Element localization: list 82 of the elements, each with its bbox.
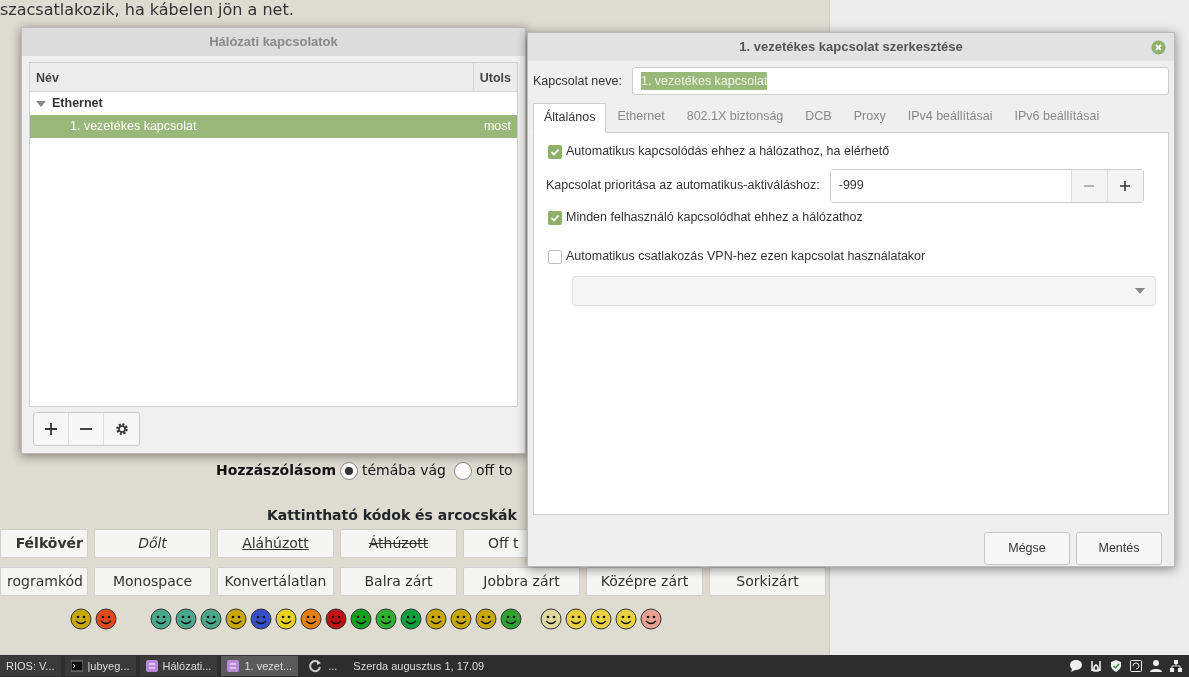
smiley-icon	[425, 608, 447, 630]
format-button[interactable]: Középre zárt	[586, 567, 703, 596]
format-button[interactable]: Dőlt	[94, 529, 211, 558]
app-icon	[145, 660, 158, 672]
smiley-icon	[325, 608, 347, 630]
plus-icon	[1119, 179, 1132, 192]
taskbar-button[interactable]: RIOS: V...	[0, 656, 61, 676]
window-title: Hálózati kapcsolatok	[22, 28, 525, 56]
smiley-icon	[200, 608, 222, 630]
smiley-icon	[250, 608, 272, 630]
radio-button[interactable]	[453, 461, 472, 480]
format-button[interactable]: Jobbra zárt	[463, 567, 580, 596]
taskbar-button[interactable]: Hálózati...	[139, 656, 218, 676]
close-icon[interactable]	[1151, 40, 1166, 55]
checkbox-label: Automatikus csatlakozás VPN-hez ezen kapcsolat használatakor	[566, 248, 926, 266]
keyboard-layout-icon	[1089, 659, 1103, 673]
smiley-icon	[375, 608, 397, 630]
taskbar-button[interactable]: |ubyeg...	[64, 656, 136, 676]
clock: Szerda augusztus 1, 17.09	[353, 658, 485, 674]
increment-button[interactable]	[1106, 169, 1143, 202]
checkbox-label: Minden felhasználó kapcsolódhat ehhez a hálózathoz	[566, 209, 863, 227]
format-button[interactable]: Félkövér	[0, 529, 88, 558]
smiley-icon	[500, 608, 522, 630]
section-heading: Kattintható kódok és arcocskák	[267, 506, 517, 525]
text-line: szacsatlakozik, ha kábelen jön a net.	[0, 0, 295, 21]
chat-icon	[1069, 659, 1083, 673]
network-icon	[1169, 659, 1183, 673]
smiley-icon	[95, 608, 117, 630]
checkbox[interactable]	[548, 249, 562, 264]
radio-label: off to	[475, 461, 513, 480]
smiley-icon	[590, 608, 612, 630]
smiley-icon	[70, 608, 92, 630]
format-button[interactable]: rogramkód	[0, 567, 88, 596]
spin-field[interactable]: -999	[829, 168, 1144, 203]
format-button[interactable]: Konvertálatlan	[217, 567, 334, 596]
smiley-icon	[400, 608, 422, 630]
reload-icon	[308, 659, 323, 673]
smiley-icon	[175, 608, 197, 630]
dialog-button[interactable]: Mégse	[984, 531, 1070, 565]
format-button[interactable]: Aláhúzott	[217, 529, 334, 558]
checkbox[interactable]	[548, 210, 562, 225]
checkbox[interactable]	[548, 144, 562, 159]
add-icon	[44, 422, 58, 436]
user-icon	[1149, 659, 1163, 673]
taskbar-button[interactable]: 1. vezet...	[221, 656, 299, 676]
field-label: Kapcsolat neve:	[533, 72, 622, 90]
caret-icon	[1135, 287, 1145, 294]
smiley-icon	[275, 608, 297, 630]
radio-label: témába vág	[361, 461, 446, 480]
radio-button[interactable]	[339, 461, 358, 480]
smiley-icon	[565, 608, 587, 630]
last-used: most	[483, 118, 511, 136]
field-label: Kapcsolat prioritása az automatikus-aktiváláshoz:	[546, 177, 820, 195]
format-button[interactable]: Monospace	[94, 567, 211, 596]
reply-type-label: Hozzászólásom	[216, 461, 336, 480]
window-title: 1. vezetékes kapcsolat szerkesztése	[739, 38, 963, 57]
checkbox-label: Automatikus kapcsolódás ehhez a hálózathoz, ha elérhető	[566, 143, 890, 161]
expander-icon[interactable]	[36, 99, 46, 108]
column-header: Utols	[478, 70, 512, 87]
tab[interactable]: Általános	[533, 103, 607, 133]
smiley-icon	[350, 608, 372, 630]
smiley-icon	[225, 608, 247, 630]
smiley-icon	[640, 608, 662, 630]
smiley-icon	[540, 608, 562, 630]
update-icon	[1129, 659, 1143, 673]
app-icon	[227, 660, 240, 672]
format-button[interactable]: Áthúzott	[340, 529, 457, 558]
connection-name: 1. vezetékes kapcsolat	[70, 118, 197, 136]
smiley-icon	[615, 608, 637, 630]
smiley-icon	[150, 608, 172, 630]
column-header: Név	[30, 63, 474, 91]
gear-icon	[114, 422, 129, 436]
overflow-indicator[interactable]: ...	[328, 657, 338, 675]
terminal-icon	[70, 660, 83, 672]
smiley-icon	[475, 608, 497, 630]
smiley-icon	[300, 608, 322, 630]
format-button[interactable]: Balra zárt	[340, 567, 457, 596]
group-label: Ethernet	[52, 95, 103, 113]
smiley-icon	[450, 608, 472, 630]
dialog-button[interactable]: Mentés	[1076, 531, 1162, 565]
format-button[interactable]: Sorkizárt	[709, 567, 826, 596]
shield-icon	[1109, 659, 1123, 673]
